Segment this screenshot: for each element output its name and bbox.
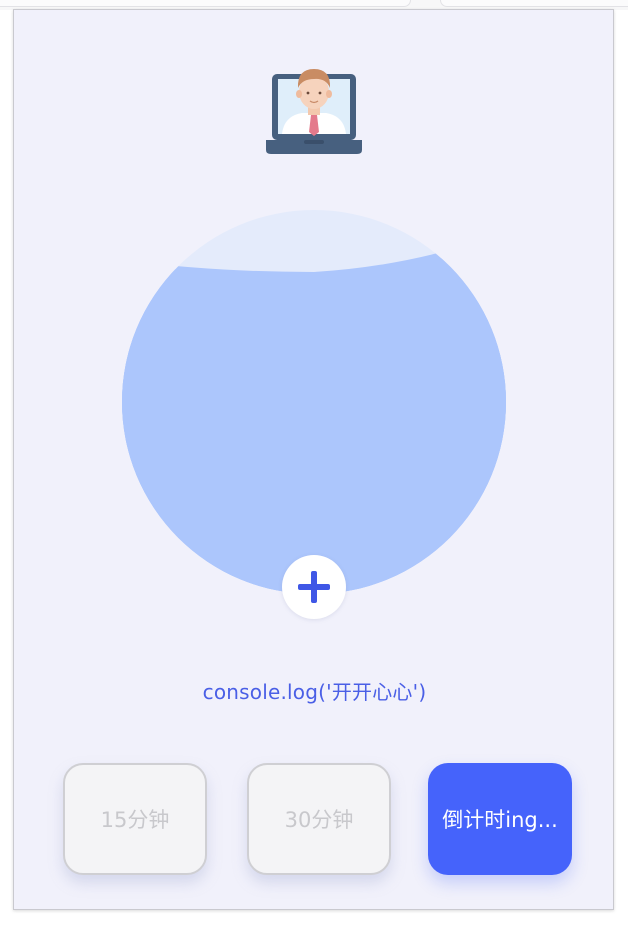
message-text: console.log('开开心心') [202, 680, 427, 704]
plus-icon [298, 571, 330, 603]
extension-popup: console.log('开开心心') 15分钟 30分钟 倒计时ing... [13, 9, 614, 910]
countdown-label: 倒计时ing... [442, 808, 558, 832]
browser-tab-edge-right [440, 0, 628, 7]
timer-30-label: 30分钟 [284, 808, 354, 832]
timer-30-button[interactable]: 30分钟 [247, 763, 391, 875]
browser-tab-edge [0, 0, 411, 7]
water-progress-ball [122, 210, 506, 594]
programmer-laptop-icon [266, 58, 362, 156]
timer-15-label: 15分钟 [100, 808, 170, 832]
add-button[interactable] [282, 555, 346, 619]
countdown-button[interactable]: 倒计时ing... [428, 763, 572, 875]
timer-15-button[interactable]: 15分钟 [63, 763, 207, 875]
